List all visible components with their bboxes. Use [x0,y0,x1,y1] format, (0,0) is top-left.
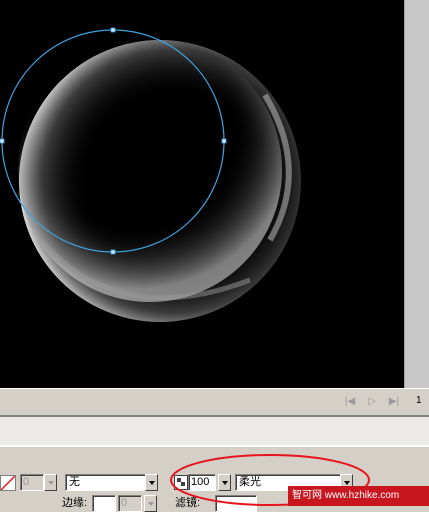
first-frame-icon[interactable]: |◀ [342,395,358,409]
vertical-scrollbar[interactable] [404,0,429,388]
ease-select[interactable]: 无 [65,474,147,491]
alpha-input[interactable]: 100 [188,474,216,491]
ease-select-value: 无 [69,476,80,488]
canvas-stage[interactable] [0,0,404,388]
no-color-slash [1,476,15,490]
watermark-text: 智可网 www.hzhike.com [292,490,400,501]
edge-color-field[interactable] [92,495,116,512]
alpha-dropdown-button[interactable] [218,474,231,491]
canvas-drawing [0,27,301,322]
disabled-dropdown-button [44,474,57,491]
anchor-point-right[interactable] [221,138,227,144]
blend-mode-value: 柔光 [239,476,261,488]
anchor-point-top[interactable] [110,27,116,33]
timeline-controls: |◀ ▷ ▶| 1 [0,388,429,416]
properties-panel-header [0,416,429,446]
anchor-point-left[interactable] [0,138,5,144]
ease-dropdown-button[interactable] [145,474,158,491]
anchor-point-bottom[interactable] [110,249,116,255]
glass-sphere-shape[interactable] [18,38,301,322]
disabled-number-value: 0 [23,476,30,488]
watermark-banner: 智可网 www.hzhike.com [288,486,429,506]
play-icon[interactable]: ▷ [364,395,380,409]
filter-field[interactable] [215,495,257,512]
frame-number: 1 [416,395,422,406]
edge-value-field: 0 [118,495,142,512]
edge-dropdown-button [144,495,157,512]
no-color-swatch-icon[interactable] [0,475,16,491]
alpha-icon [174,475,188,490]
disabled-number-field: 0 [20,474,44,491]
last-frame-icon[interactable]: ▶| [386,395,402,409]
alpha-input-value: 100 [191,476,210,488]
